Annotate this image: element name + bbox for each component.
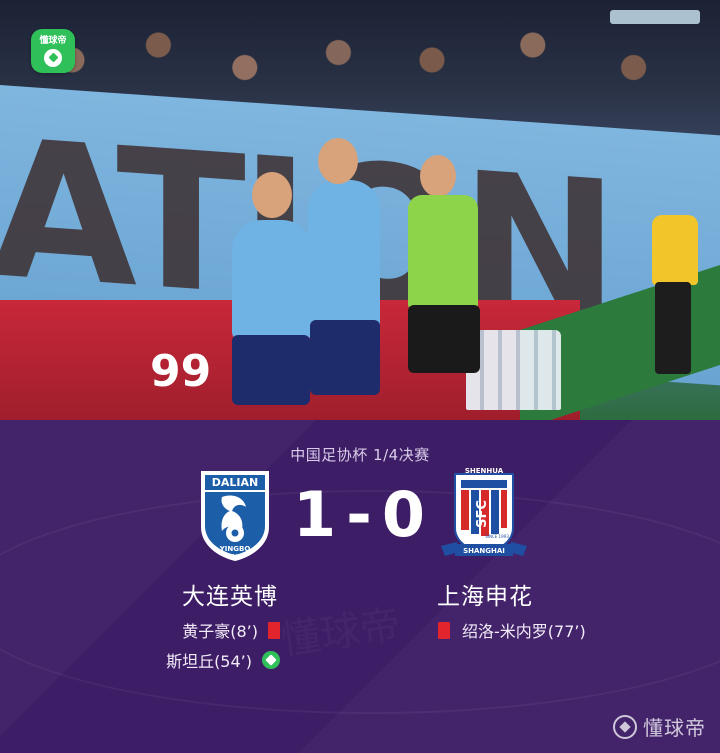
home-event-text: 黄子豪(8’) xyxy=(182,622,258,641)
home-event-red-card: 黄子豪(8’) xyxy=(182,618,280,642)
away-event-text: 绍洛-米内罗(77’) xyxy=(462,622,586,641)
player-head xyxy=(318,138,358,184)
competition-title: 中国足协杯 1/4决赛 xyxy=(290,446,430,464)
watermark-text: 懂球帝 xyxy=(643,716,706,740)
steward-vest xyxy=(652,215,698,285)
steward-legs xyxy=(655,282,691,374)
match-photo: ATION 99 懂球帝 xyxy=(0,0,720,420)
red-card-icon xyxy=(268,621,280,639)
home-crest-bottom-text: YINGBO xyxy=(219,545,251,553)
photographer-head xyxy=(420,155,456,197)
stadium-screen xyxy=(610,10,700,24)
photographer-shorts xyxy=(408,305,480,373)
away-crest-year: SINCE 1993 xyxy=(485,534,509,539)
home-crest-top-text: DALIAN xyxy=(212,476,258,489)
background-watermark: 懂球帝 xyxy=(277,592,404,666)
photographer-bib xyxy=(408,195,478,310)
player-shorts xyxy=(232,335,310,405)
goal-ball-icon xyxy=(262,651,280,669)
app-badge-label: 懂球帝 xyxy=(39,35,67,46)
away-score: 0 xyxy=(381,478,427,551)
away-event-red-card: 绍洛-米内罗(77’) xyxy=(438,618,586,642)
football-icon xyxy=(613,714,637,739)
home-score: 1 xyxy=(292,478,339,551)
home-crest-year: 2009 xyxy=(229,554,242,560)
home-team-name: 大连英博 xyxy=(182,584,278,610)
player-head xyxy=(252,172,292,218)
home-team-crest: DALIAN YINGBO 2009 xyxy=(201,471,269,561)
water-bottles xyxy=(466,330,561,410)
red-card-icon xyxy=(438,621,450,639)
player-jersey xyxy=(308,180,380,330)
match-score: 1-0 xyxy=(290,478,430,551)
away-team-name: 上海申花 xyxy=(437,584,533,610)
ad-number: 99 xyxy=(150,346,212,397)
app-logo-badge: 懂球帝 xyxy=(31,29,75,73)
home-event-goal: 斯坦丘(54’) xyxy=(166,648,280,672)
away-crest-top-text: SHENHUA xyxy=(465,467,504,475)
player-shorts xyxy=(310,320,380,395)
home-event-text: 斯坦丘(54’) xyxy=(166,652,252,671)
football-icon xyxy=(44,48,62,67)
away-team-crest: SHENHUA SFC SINCE 1993 SHANGHAI xyxy=(441,467,527,556)
score-panel: 懂球帝 中国足协杯 1/4决赛 DALIAN YINGBO 2009 1-0 S… xyxy=(0,420,720,753)
away-crest-letters: SFC xyxy=(475,500,490,528)
away-crest-bottom-text: SHANGHAI xyxy=(463,547,505,555)
app-watermark: 懂球帝 xyxy=(613,712,706,741)
player-jersey xyxy=(232,220,312,340)
score-separator: - xyxy=(346,478,374,551)
